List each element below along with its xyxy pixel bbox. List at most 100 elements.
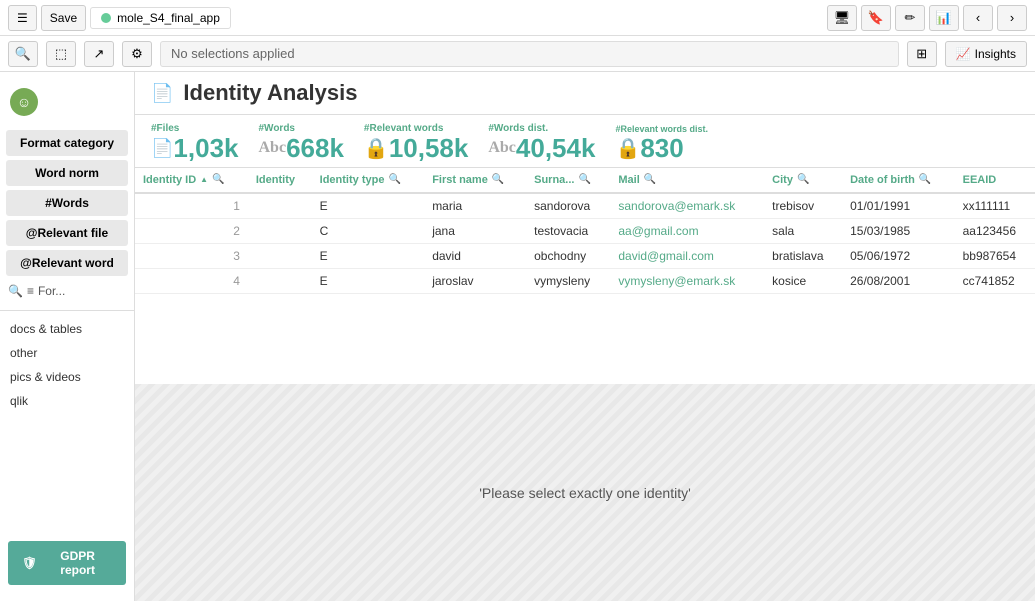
sidebar: ☺ Format category Word norm #Words @Rele…: [0, 72, 135, 601]
stat-relevant-words-dist: #Relevant words dist. 🔒 830: [615, 124, 708, 163]
second-toolbar: 🔍 ⬚ ↗ ⚙ No selections applied ⊞ 📈 Insigh…: [0, 36, 1035, 72]
cell-mail: aa@gmail.com: [610, 218, 764, 243]
relevant-file-button[interactable]: @Relevant file: [6, 220, 128, 246]
forward-button[interactable]: ›: [997, 5, 1027, 31]
stat-files: #Files 📄 1,03k: [151, 123, 239, 163]
cell-dob: 26/08/2001: [842, 268, 955, 293]
cell-firstname: david: [424, 243, 526, 268]
save-button[interactable]: Save: [41, 5, 86, 31]
gdpr-icon: 🛡: [22, 556, 37, 570]
relevant-words-value: 10,58k: [389, 134, 469, 163]
monitor-button[interactable]: 🖥: [827, 5, 857, 31]
relevant-word-button[interactable]: @Relevant word: [6, 250, 128, 276]
app-tab[interactable]: mole_S4_final_app: [90, 7, 231, 29]
sidebar-item-pics-videos[interactable]: pics & videos: [0, 365, 134, 389]
select-icon[interactable]: ⬚: [46, 41, 76, 67]
words-button[interactable]: #Words: [6, 190, 128, 216]
export-icon[interactable]: ↗: [84, 41, 114, 67]
cell-identity: [248, 268, 312, 293]
cell-id: 3: [135, 243, 248, 268]
bookmark-button[interactable]: 🔖: [861, 5, 891, 31]
top-toolbar: ☰ Save mole_S4_final_app 🖥 🔖 ✏ 📊 ‹ ›: [0, 0, 1035, 36]
sidebar-logo: ☺: [10, 88, 38, 116]
cell-mail: sandorova@emark.sk: [610, 193, 764, 219]
cell-firstname: jana: [424, 218, 526, 243]
cell-city: trebisov: [764, 193, 842, 219]
cell-type: E: [312, 243, 425, 268]
toolbar-left: ☰ Save mole_S4_final_app: [8, 5, 231, 31]
cell-surname: testovacia: [526, 218, 610, 243]
word-norm-button[interactable]: Word norm: [6, 160, 128, 186]
selection-options-icon[interactable]: ⊞: [907, 41, 937, 67]
col-city: City 🔍: [764, 168, 842, 193]
col-first-name: First name 🔍: [424, 168, 526, 193]
col-mail: Mail 🔍: [610, 168, 764, 193]
cell-mail: vymysleny@emark.sk: [610, 268, 764, 293]
cell-city: sala: [764, 218, 842, 243]
selection-text: No selections applied: [171, 46, 295, 61]
relevant-words-dist-value: 830: [640, 134, 683, 163]
format-category-button[interactable]: Format category: [6, 130, 128, 156]
cell-surname: sandorova: [526, 193, 610, 219]
col-fname-search-icon[interactable]: 🔍: [492, 174, 504, 185]
col-city-search-icon[interactable]: 🔍: [797, 174, 809, 185]
menu-button[interactable]: ☰: [8, 5, 37, 31]
col-identity: Identity: [248, 168, 312, 193]
settings-icon[interactable]: ⚙: [122, 41, 152, 67]
table-row[interactable]: 4 E jaroslav vymysleny vymysleny@emark.s…: [135, 268, 1035, 293]
table-header-row: Identity ID ▲ 🔍 Identity Identity type: [135, 168, 1035, 193]
gdpr-report-button[interactable]: 🛡 GDPR report: [8, 541, 126, 585]
cell-identity: [248, 193, 312, 219]
filter-icon: ≡: [27, 284, 34, 298]
sidebar-item-docs-tables[interactable]: docs & tables: [0, 317, 134, 341]
insights-chart-icon: 📈: [956, 47, 971, 61]
lock-stat-icon-1: 🔒: [364, 136, 389, 161]
save-label: Save: [50, 11, 77, 25]
app-dot: [101, 13, 111, 23]
app-name: mole_S4_final_app: [117, 11, 220, 25]
stat-words-dist: #Words dist. Abc 40,54k: [488, 123, 595, 163]
cell-dob: 15/03/1985: [842, 218, 955, 243]
edit-button[interactable]: ✏: [895, 5, 925, 31]
words-dist-value: 40,54k: [516, 134, 596, 163]
cell-eeaid: cc741852: [955, 268, 1035, 293]
cell-id: 1: [135, 193, 248, 219]
col-surname-search-icon[interactable]: 🔍: [578, 174, 590, 185]
cell-type: E: [312, 193, 425, 219]
sidebar-item-other[interactable]: other: [0, 341, 134, 365]
abc-stat-icon: Abc: [259, 139, 287, 157]
content-header: 📄 Identity Analysis: [135, 72, 1035, 115]
col-type-search-icon[interactable]: 🔍: [388, 174, 400, 185]
cell-city: bratislava: [764, 243, 842, 268]
col-mail-search-icon[interactable]: 🔍: [644, 174, 656, 185]
main-layout: ☺ Format category Word norm #Words @Rele…: [0, 72, 1035, 601]
search-icon: 🔍: [8, 284, 23, 298]
insights-button[interactable]: 📈 Insights: [945, 41, 1027, 67]
cell-dob: 01/01/1991: [842, 193, 955, 219]
abc-stat-icon-2: Abc: [488, 139, 516, 157]
col-dob-search-icon[interactable]: 🔍: [919, 174, 931, 185]
chart-button[interactable]: 📊: [929, 5, 959, 31]
sidebar-search[interactable]: 🔍 ≡ For...: [0, 278, 134, 304]
col-search-icon[interactable]: 🔍: [212, 174, 224, 185]
content-area: 📄 Identity Analysis #Files 📄 1,03k #Word…: [135, 72, 1035, 601]
cell-identity: [248, 218, 312, 243]
col-eeaid: EEAID: [955, 168, 1035, 193]
back-button[interactable]: ‹: [963, 5, 993, 31]
cell-id: 2: [135, 218, 248, 243]
search-toolbar-icon[interactable]: 🔍: [8, 41, 38, 67]
table-row[interactable]: 1 E maria sandorova sandorova@emark.sk t…: [135, 193, 1035, 219]
cell-city: kosice: [764, 268, 842, 293]
table-body: 1 E maria sandorova sandorova@emark.sk t…: [135, 193, 1035, 294]
table-row[interactable]: 2 C jana testovacia aa@gmail.com sala 15…: [135, 218, 1035, 243]
document-icon: 📄: [151, 83, 173, 104]
col-dob: Date of birth 🔍: [842, 168, 955, 193]
sidebar-item-qlik[interactable]: qlik: [0, 389, 134, 413]
insights-label: Insights: [975, 47, 1016, 61]
cell-identity: [248, 243, 312, 268]
sort-arrow: ▲: [200, 175, 208, 184]
sidebar-divider: [0, 310, 134, 311]
col-surname: Surna... 🔍: [526, 168, 610, 193]
sidebar-header: ☺: [0, 80, 134, 128]
table-row[interactable]: 3 E david obchodny david@gmail.com brati…: [135, 243, 1035, 268]
